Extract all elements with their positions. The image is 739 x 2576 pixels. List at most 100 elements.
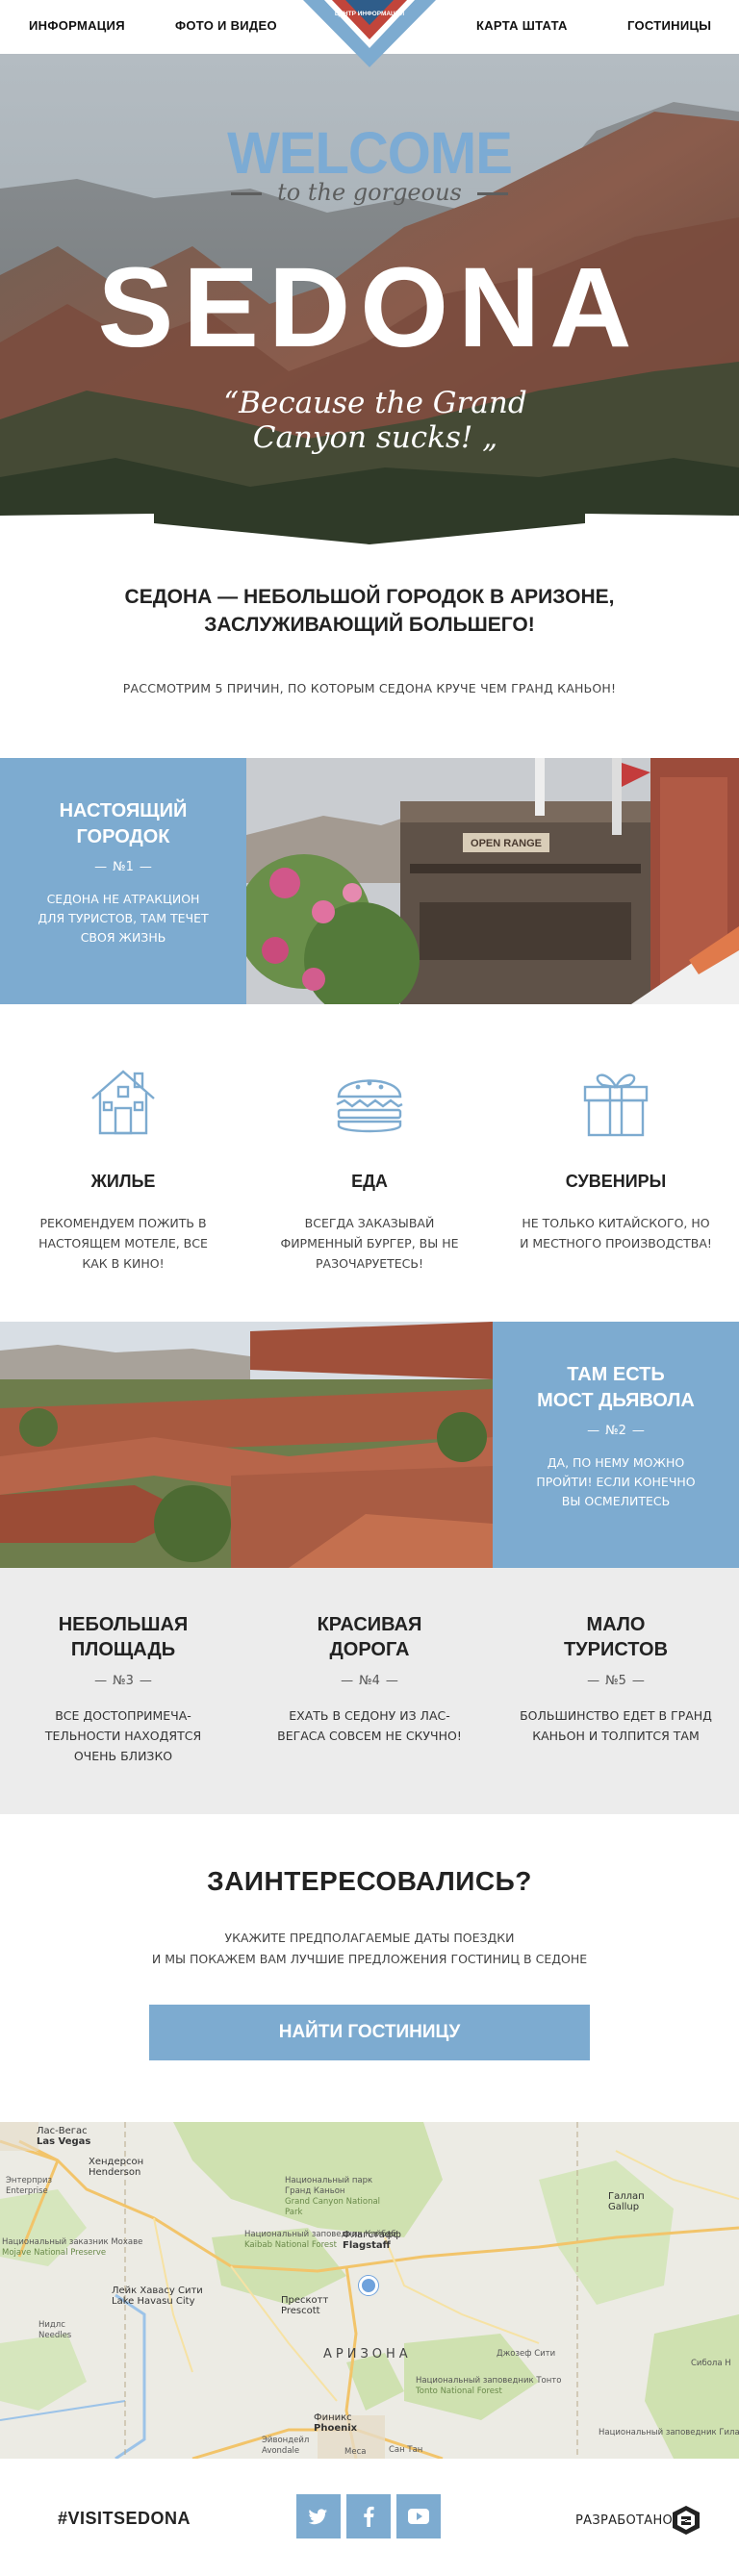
hero-subtitle: to the gorgeous xyxy=(0,179,739,206)
map-label: Национальный заказник Мохаве Mojave Natio… xyxy=(2,2237,143,2258)
reason-2-title-line1: ТАМ ЕСТЬ xyxy=(567,1364,665,1385)
hero-welcome: WELCOME xyxy=(227,120,513,187)
reason-2-title-line2: МОСТ ДЬЯВОЛА xyxy=(537,1390,695,1411)
amenity-housing-title: ЖИЛЬЕ xyxy=(90,1172,156,1191)
nav-info[interactable]: ИНФОРМАЦИЯ xyxy=(29,18,125,33)
intro-text: РАССМОТРИМ 5 ПРИЧИН, ПО КОТОРЫМ СЕДОНА К… xyxy=(122,681,617,695)
map-label: Лас-Вегас Las Vegas xyxy=(37,2126,91,2147)
footer: #VISITSEDONA РАЗРАБОТАНО xyxy=(0,2459,739,2576)
reason-5: МАЛО ТУРИСТОВ №5 БОЛЬШИНСТВО ЕДЕТ В ГРАН… xyxy=(493,1568,739,1746)
map-label: Национальный заповедник Тонто Tonto Natio… xyxy=(416,2376,562,2396)
state-map[interactable]: Лас-Вегас Las Vegas Хендерсон Henderson На… xyxy=(0,2122,739,2459)
amenity-souvenirs: СУВЕНИРЫ НЕ ТОЛЬКО КИТАЙСКОГО, НО И МЕСТ… xyxy=(493,1004,739,1253)
reason-3-title-line1: НЕБОЛЬШАЯ xyxy=(58,1614,189,1635)
map-label: Финикс Phoenix xyxy=(314,2412,358,2434)
reason-4-number: №4 xyxy=(246,1674,493,1688)
reason-2-text: ДА, ПО НЕМУ МОЖНО ПРОЙТИ! ЕСЛИ КОНЕЧНО В… xyxy=(536,1455,696,1508)
site-logo[interactable]: ЦЕНТР ИНФОРМАЦИИ xyxy=(303,0,436,67)
map-label: Лейк Хавасу Сити Lake Havasu City xyxy=(112,2286,203,2307)
top-nav: ИНФОРМАЦИЯ ФОТО И ВИДЕО ЦЕНТР ИНФОРМАЦИИ… xyxy=(0,0,739,67)
store-sign: OPEN RANGE xyxy=(471,838,542,849)
cta-text-line1: УКАЖИТЕ ПРЕДПОЛАГАЕМЫЕ ДАТЫ ПОЕЗДКИ xyxy=(224,1931,515,1945)
developer-label: РАЗРАБОТАНО xyxy=(575,2513,674,2528)
amenity-souvenirs-text: НЕ ТОЛЬКО КИТАЙСКОГО, НО И МЕСТНОГО ПРОИ… xyxy=(520,1216,712,1250)
reason-4-title-line2: ДОРОГА xyxy=(329,1639,410,1660)
map-label: Джозеф Сити xyxy=(497,2349,556,2359)
house-icon xyxy=(85,1062,162,1139)
reason-5-text: БОЛЬШИНСТВО ЕДЕТ В ГРАНД КАНЬОН И ТОЛПИТ… xyxy=(520,1708,712,1743)
amenity-food-text: ВСЕГДА ЗАКАЗЫВАЙ ФИРМЕННЫЙ БУРГЕР, ВЫ НЕ… xyxy=(280,1216,459,1271)
reason-5-title-line1: МАЛО xyxy=(586,1614,646,1635)
developer-logo[interactable] xyxy=(672,2505,701,2539)
reason-5-title-line2: ТУРИСТОВ xyxy=(563,1639,669,1660)
map-label: Нидлс Needles xyxy=(38,2320,72,2340)
reason-4-text: ЕХАТЬ В СЕДОНУ ИЗ ЛАС-ВЕГАСА СОВСЕМ НЕ С… xyxy=(277,1708,462,1743)
cta-text: УКАЖИТЕ ПРЕДПОЛАГАЕМЫЕ ДАТЫ ПОЕЗДКИ И МЫ… xyxy=(0,1928,739,1970)
cta-heading: ЗАИНТЕРЕСОВАЛИСЬ? xyxy=(207,1866,532,1896)
amenity-food-title: ЕДА xyxy=(351,1172,388,1191)
reason-2-block: ТАМ ЕСТЬ МОСТ ДЬЯВОЛА №2 ДА, ПО НЕМУ МОЖ… xyxy=(0,1322,739,1568)
reason-3-number: №3 xyxy=(0,1674,246,1688)
intro-heading: СЕДОНА — НЕБОЛЬШОЙ ГОРОДОК В АРИЗОНЕ, ЗА… xyxy=(0,583,739,639)
devils-bridge-photo xyxy=(0,1322,493,1568)
map-label: Национальный заповедник Гила xyxy=(599,2428,739,2437)
reason-3-text: ВСЕ ДОСТОПРИМЕЧА-ТЕЛЬНОСТИ НАХОДЯТСЯ ОЧЕ… xyxy=(44,1708,202,1763)
map-label: Сан Тан xyxy=(389,2445,423,2455)
map-label: Сибола Н xyxy=(691,2359,731,2368)
map-label: Национальный парк Гранд Каньон Grand Cany… xyxy=(285,2176,381,2217)
reason-1-title-line1: НАСТОЯЩИЙ xyxy=(59,800,188,821)
amenities-section: ЖИЛЬЕ РЕКОМЕНДУЕМ ПОЖИТЬ В НАСТОЯЩЕМ МОТ… xyxy=(0,1004,739,1322)
reason-1-text: СЕДОНА НЕ АТРАКЦИОН ДЛЯ ТУРИСТОВ, ТАМ ТЕ… xyxy=(38,892,209,945)
burger-icon xyxy=(331,1062,408,1139)
cta-text-line2: И МЫ ПОКАЖЕМ ВАМ ЛУЧШИЕ ПРЕДЛОЖЕНИЯ ГОСТ… xyxy=(151,1952,588,1966)
facebook-icon[interactable] xyxy=(346,2494,391,2538)
reason-1-block: НАСТОЯЩИЙ ГОРОДОК №1 СЕДОНА НЕ АТРАКЦИОН… xyxy=(0,758,739,1004)
find-hotel-button[interactable]: НАЙТИ ГОСТИНИЦУ xyxy=(149,2005,590,2060)
nav-state-map[interactable]: КАРТА ШТАТА xyxy=(476,18,568,33)
gift-icon xyxy=(577,1062,654,1139)
reason-4-title-line1: КРАСИВАЯ xyxy=(317,1614,422,1635)
map-label: Меса xyxy=(344,2447,367,2457)
reason-1-title-line2: ГОРОДОК xyxy=(76,826,170,847)
hero-title: SEDONA xyxy=(97,244,642,371)
map-label: Прескотт Prescott xyxy=(281,2295,329,2316)
intro-heading-line1: СЕДОНА — НЕБОЛЬШОЙ ГОРОДОК В АРИЗОНЕ, xyxy=(124,586,615,608)
map-label: Эйвондейл Avondale xyxy=(262,2436,310,2456)
twitter-icon[interactable] xyxy=(296,2494,341,2538)
map-label: Флагстафф Flagstaff xyxy=(343,2230,401,2251)
reason-1-panel: НАСТОЯЩИЙ ГОРОДОК №1 СЕДОНА НЕ АТРАКЦИОН… xyxy=(0,758,246,1004)
reason-3-title-line2: ПЛОЩАДЬ xyxy=(70,1639,176,1660)
youtube-icon[interactable] xyxy=(396,2494,441,2538)
reason-4: КРАСИВАЯ ДОРОГА №4 ЕХАТЬ В СЕДОНУ ИЗ ЛАС… xyxy=(246,1568,493,1746)
sedona-map-marker[interactable] xyxy=(359,2276,378,2295)
reason-2-title: ТАМ ЕСТЬ МОСТ ДЬЯВОЛА xyxy=(493,1322,739,1414)
reason-2-number: №2 xyxy=(493,1424,739,1438)
nav-photo-video[interactable]: ФОТО И ВИДЕО xyxy=(175,18,277,33)
reason-1-number: №1 xyxy=(0,860,246,874)
hashtag: #VISITSEDONA xyxy=(58,2509,191,2528)
reason-3: НЕБОЛЬШАЯ ПЛОЩАДЬ №3 ВСЕ ДОСТОПРИМЕЧА-ТЕ… xyxy=(0,1568,246,1766)
intro-heading-line2: ЗАСЛУЖИВАЮЩИЙ БОЛЬШЕГО! xyxy=(204,614,535,636)
amenity-housing: ЖИЛЬЕ РЕКОМЕНДУЕМ ПОЖИТЬ В НАСТОЯЩЕМ МОТ… xyxy=(0,1004,246,1274)
reason-5-number: №5 xyxy=(493,1674,739,1688)
more-reasons-section: НЕБОЛЬШАЯ ПЛОЩАДЬ №3 ВСЕ ДОСТОПРИМЕЧА-ТЕ… xyxy=(0,1568,739,1814)
town-photo: OPEN RANGE xyxy=(246,758,739,1004)
amenity-souvenirs-title: СУВЕНИРЫ xyxy=(565,1172,667,1191)
map-label: Хендерсон Henderson xyxy=(89,2157,144,2178)
hero: WELCOME to the gorgeous SEDONA “Because … xyxy=(0,54,739,544)
reason-5-title: МАЛО ТУРИСТОВ xyxy=(493,1568,739,1662)
amenity-food: ЕДА ВСЕГДА ЗАКАЗЫВАЙ ФИРМЕННЫЙ БУРГЕР, В… xyxy=(246,1004,493,1274)
reason-1-title: НАСТОЯЩИЙ ГОРОДОК xyxy=(0,758,246,850)
reason-3-title: НЕБОЛЬШАЯ ПЛОЩАДЬ xyxy=(0,1568,246,1662)
reason-2-panel: ТАМ ЕСТЬ МОСТ ДЬЯВОЛА №2 ДА, ПО НЕМУ МОЖ… xyxy=(493,1322,739,1568)
hero-quote: “Because the Grand Canyon sucks! „ xyxy=(223,386,527,455)
cta-section: ЗАИНТЕРЕСОВАЛИСЬ? УКАЖИТЕ ПРЕДПОЛАГАЕМЫЕ… xyxy=(0,1814,739,2122)
reason-4-title: КРАСИВАЯ ДОРОГА xyxy=(246,1568,493,1662)
map-label: Галлап Gallup xyxy=(608,2191,645,2212)
intro-section: СЕДОНА — НЕБОЛЬШОЙ ГОРОДОК В АРИЗОНЕ, ЗА… xyxy=(0,544,739,758)
map-label: Энтерприз Enterprise xyxy=(6,2176,53,2196)
nav-hotels[interactable]: ГОСТИНИЦЫ xyxy=(627,18,711,33)
map-label-arizona: АРИЗОНА xyxy=(323,2347,412,2361)
logo-text: ЦЕНТР ИНФОРМАЦИИ xyxy=(335,11,405,17)
amenity-housing-text: РЕКОМЕНДУЕМ ПОЖИТЬ В НАСТОЯЩЕМ МОТЕЛЕ, В… xyxy=(38,1216,208,1271)
